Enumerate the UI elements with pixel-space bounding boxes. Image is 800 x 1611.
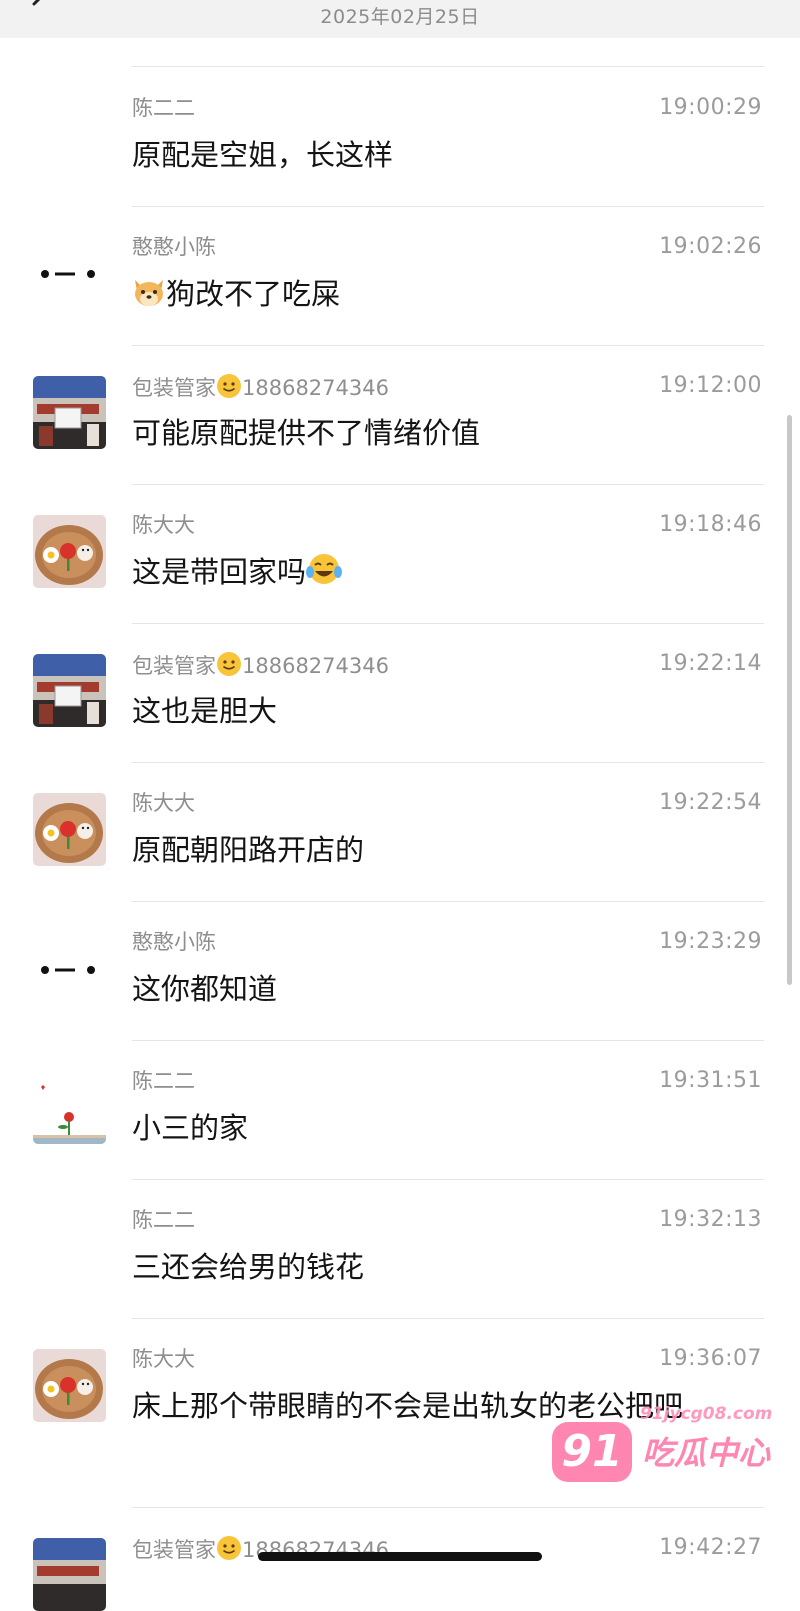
watermark-logo: 91 bbox=[552, 1422, 632, 1482]
watermark-url: 91jycg08.com bbox=[640, 1404, 773, 1424]
sender-name: 陈大大 bbox=[132, 1347, 195, 1371]
sender-name: 陈大大 bbox=[132, 513, 195, 537]
smile-emoji bbox=[216, 373, 242, 405]
sender-phone: 18868274346 bbox=[242, 376, 389, 400]
divider bbox=[132, 1040, 764, 1041]
message-time: 19:00:29 bbox=[659, 95, 762, 120]
message-content: 狗改不了吃屎 bbox=[132, 273, 752, 319]
divider bbox=[132, 762, 764, 763]
message-text: 这是带回家吗 bbox=[132, 555, 307, 589]
date-header: 2025年02月25日 bbox=[320, 6, 480, 28]
sender-name: 憨憨小陈 bbox=[132, 930, 216, 954]
avatar[interactable] bbox=[33, 1538, 106, 1611]
sender-name: 陈二二 bbox=[132, 1208, 195, 1232]
divider bbox=[132, 1179, 764, 1180]
message-text: 这你都知道 bbox=[132, 972, 278, 1006]
sender-label: 包装管家 bbox=[132, 376, 216, 400]
divider bbox=[132, 623, 764, 624]
home-indicator[interactable] bbox=[258, 1552, 542, 1561]
sender-name: 包装管家 18868274346 bbox=[132, 373, 389, 405]
sender-label: 包装管家 bbox=[132, 1538, 216, 1562]
sender-name: 憨憨小陈 bbox=[132, 235, 216, 259]
message-time: 19:18:46 bbox=[659, 512, 762, 537]
divider bbox=[132, 66, 764, 67]
avatar[interactable] bbox=[33, 1349, 106, 1422]
top-bar: 2025年02月25日 bbox=[0, 0, 800, 38]
sender-name: 包装管家 18868274346 bbox=[132, 651, 389, 683]
message-content: 这是带回家吗 bbox=[132, 551, 752, 597]
avatar[interactable] bbox=[33, 376, 106, 449]
avatar[interactable] bbox=[33, 932, 106, 1005]
message-text: 小三的家 bbox=[132, 1111, 249, 1145]
avatar[interactable] bbox=[33, 236, 106, 309]
message-text: 狗改不了吃屎 bbox=[166, 277, 341, 311]
message-time: 19:23:29 bbox=[659, 929, 762, 954]
avatar[interactable] bbox=[33, 793, 106, 866]
sender-name: 包装管家 18868274346 bbox=[132, 1535, 389, 1567]
sender-name: 陈二二 bbox=[132, 1069, 195, 1093]
divider bbox=[132, 206, 764, 207]
divider bbox=[132, 1318, 764, 1319]
avatar[interactable] bbox=[33, 515, 106, 588]
tears-of-joy-emoji bbox=[306, 552, 343, 597]
sender-name: 陈二二 bbox=[132, 96, 195, 120]
message-text: 原配朝阳路开店的 bbox=[132, 833, 365, 867]
message-time: 19:42:27 bbox=[659, 1535, 762, 1560]
watermark: 91jycg08.com 91 吃瓜中心 bbox=[548, 1400, 778, 1510]
sender-label: 包装管家 bbox=[132, 654, 216, 678]
avatar[interactable] bbox=[33, 1071, 106, 1144]
message-time: 19:36:07 bbox=[659, 1346, 762, 1371]
sender-phone: 18868274346 bbox=[242, 654, 389, 678]
watermark-name: 吃瓜中心 bbox=[642, 1434, 771, 1472]
smile-emoji bbox=[216, 651, 242, 683]
message-text: 这也是胆大 bbox=[132, 694, 278, 728]
message-list[interactable]: 陈二二 19:00:29 原配是空姐，长这样 憨憨小陈 19:02:26 狗改不… bbox=[0, 0, 800, 1611]
message-time: 19:31:51 bbox=[659, 1068, 762, 1093]
message-text: 原配是空姐，长这样 bbox=[132, 138, 394, 172]
message-text: 三还会给男的钱花 bbox=[132, 1250, 365, 1284]
scrollbar[interactable] bbox=[787, 415, 792, 985]
avatar[interactable] bbox=[33, 654, 106, 727]
divider bbox=[132, 901, 764, 902]
divider bbox=[132, 484, 764, 485]
dog-face-emoji bbox=[132, 276, 166, 319]
message-time: 19:22:14 bbox=[659, 651, 762, 676]
message-time: 19:02:26 bbox=[659, 234, 762, 259]
message-time: 19:12:00 bbox=[659, 373, 762, 398]
smile-emoji bbox=[216, 1535, 242, 1567]
message-time: 19:22:54 bbox=[659, 790, 762, 815]
message-text: 可能原配提供不了情绪价值 bbox=[132, 416, 481, 450]
sender-name: 陈大大 bbox=[132, 791, 195, 815]
message-time: 19:32:13 bbox=[659, 1207, 762, 1232]
divider bbox=[132, 345, 764, 346]
